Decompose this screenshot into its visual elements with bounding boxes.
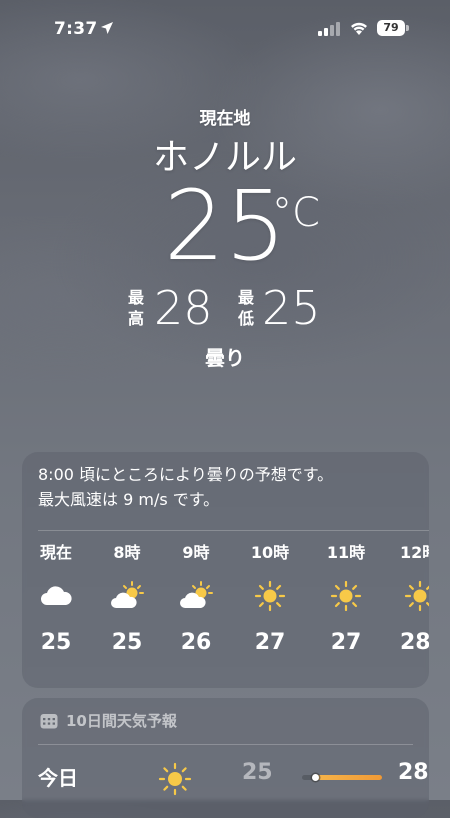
location-arrow-icon	[101, 22, 113, 34]
wifi-icon	[351, 22, 367, 35]
high-label: 最高	[127, 287, 145, 329]
hour-label: 現在	[39, 543, 72, 562]
status-bar: 7:37 79	[0, 0, 450, 56]
divider	[38, 530, 429, 531]
forecast-header: 10日間天気予報	[40, 710, 177, 732]
temperature-range-bar	[302, 774, 382, 781]
low-label: 最低	[237, 287, 255, 329]
sun-icon	[330, 581, 362, 611]
partly-sunny-icon	[180, 581, 213, 608]
high-label-text: 最高	[127, 288, 144, 328]
hour-label: 10時	[250, 543, 290, 562]
day-label: 今日	[38, 766, 78, 790]
high-low-row: 最高 28 最低 25	[0, 281, 450, 335]
hour-temp: 28	[400, 630, 429, 655]
hour-item[interactable]: 8時 25	[95, 542, 159, 658]
hour-temp: 25	[40, 630, 72, 655]
hour-item[interactable]: 現在 25	[24, 542, 88, 658]
day-high-temp: 28	[398, 760, 429, 785]
temperature-range-fill	[314, 775, 382, 780]
battery-icon: 79	[377, 20, 409, 36]
hour-item[interactable]: 12時 28	[388, 542, 429, 658]
battery-level: 79	[377, 20, 405, 36]
calendar-icon	[40, 713, 58, 728]
hour-label: 9時	[182, 543, 210, 562]
hour-label: 8時	[113, 543, 141, 562]
sun-icon	[254, 581, 286, 611]
battery-cap	[406, 25, 409, 31]
low-label-text: 最低	[237, 288, 254, 328]
sun-icon	[404, 581, 429, 611]
condition-text: 曇り	[205, 346, 245, 370]
cellular-signal-icon	[318, 22, 340, 36]
current-temp-indicator	[312, 774, 319, 781]
divider	[38, 744, 413, 745]
partly-sunny-icon	[111, 581, 144, 608]
forecast-title: 10日間天気予報	[66, 712, 177, 730]
hour-temp: 27	[254, 630, 286, 655]
hour-temp: 25	[111, 630, 143, 655]
hour-item[interactable]: 11時 27	[314, 542, 378, 658]
cloud-icon	[41, 586, 72, 605]
current-temperature-block: 25	[0, 178, 450, 274]
location-label: 現在地	[199, 109, 251, 129]
status-time: 7:37	[54, 19, 98, 39]
temperature-unit: °C	[272, 190, 320, 236]
sun-icon	[158, 762, 192, 796]
hour-label: 11時	[326, 543, 366, 562]
hourly-summary: 8:00 頃にところにより曇りの予想です。 最大風速は 9 m/s です。	[38, 462, 418, 512]
summary-line-2: 最大風速は 9 m/s です。	[38, 490, 220, 509]
hour-item[interactable]: 10時 27	[238, 542, 302, 658]
low-value: 25	[262, 281, 321, 335]
hourly-forecast-card[interactable]: 8:00 頃にところにより曇りの予想です。 最大風速は 9 m/s です。 現在…	[22, 452, 429, 688]
day-low-temp: 25	[242, 760, 273, 785]
hour-temp: 27	[330, 630, 362, 655]
high-value: 28	[154, 281, 213, 335]
current-temperature: 25	[163, 170, 287, 282]
hour-temp: 26	[180, 630, 212, 655]
hour-item[interactable]: 9時 26	[164, 542, 228, 658]
hour-label: 12時	[400, 543, 429, 562]
summary-line-1: 8:00 頃にところにより曇りの予想です。	[38, 465, 334, 484]
ten-day-forecast-card[interactable]: 10日間天気予報 今日 25 28	[22, 698, 429, 818]
